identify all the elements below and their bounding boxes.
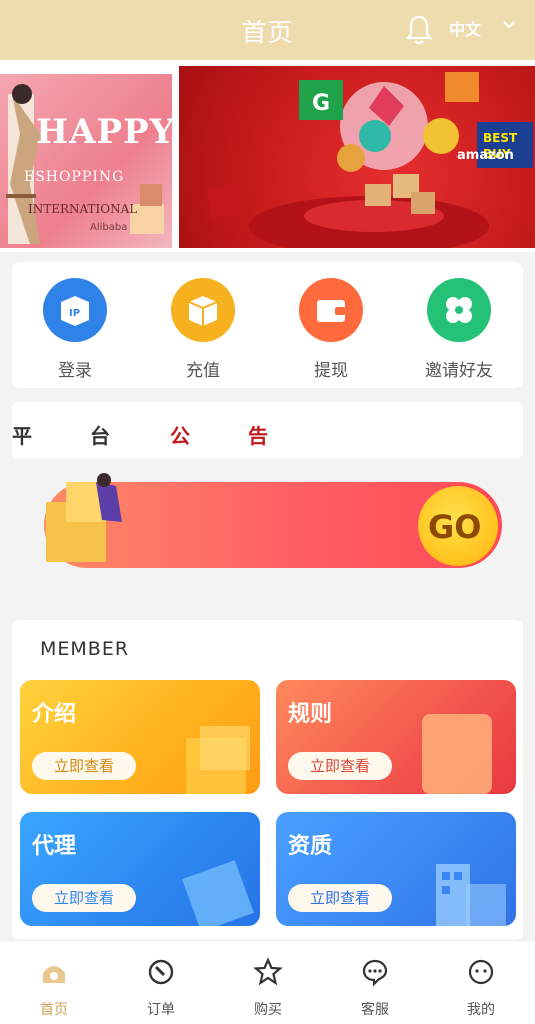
notice-char: 告	[248, 424, 268, 448]
card-decoration	[436, 864, 506, 926]
tab-home[interactable]: 首页	[14, 957, 94, 1019]
quick-item-recharge[interactable]: 充值	[158, 278, 248, 381]
go-label: GO	[428, 508, 482, 546]
svg-text:G: G	[312, 91, 330, 116]
invite-icon	[427, 278, 491, 342]
member-card-agent[interactable]: 代理 立即查看	[20, 812, 260, 926]
card-decoration	[422, 714, 492, 794]
tab-label: 我的	[467, 1002, 495, 1018]
tab-label: 订单	[147, 1002, 175, 1018]
tab-orders[interactable]: 订单	[121, 957, 201, 1019]
quick-item-login[interactable]: IP 登录	[30, 278, 120, 381]
quick-item-label: 登录	[58, 361, 92, 381]
card-decoration	[186, 726, 250, 794]
member-title: MEMBER	[40, 638, 130, 660]
chevron-down-icon[interactable]	[501, 18, 517, 32]
wallet-icon	[299, 278, 363, 342]
profile-icon	[468, 959, 494, 985]
member-card-rules[interactable]: 规则 立即查看	[276, 680, 516, 794]
promo-banner[interactable]: GO	[36, 472, 506, 582]
home-icon	[43, 966, 65, 983]
view-now-button[interactable]: 立即查看	[32, 752, 136, 780]
order-icon	[148, 959, 174, 985]
platform-notice[interactable]: 平 台 公 告	[12, 402, 523, 458]
banner-brand-text: amazon	[457, 148, 514, 163]
card-title: 代理	[32, 834, 77, 859]
bottom-tab-bar: 首页 订单 购买 客服 我的	[0, 940, 535, 1024]
view-now-button[interactable]: 立即查看	[32, 884, 136, 912]
notice-char: 公	[170, 424, 190, 448]
member-section: MEMBER 介绍 立即查看 规则 立即查看 代理 立即查看 资质 立即查看	[12, 620, 523, 940]
view-now-button[interactable]: 立即查看	[288, 752, 392, 780]
language-selector[interactable]: 中文	[449, 16, 481, 40]
tab-service[interactable]: 客服	[335, 957, 415, 1019]
quick-actions: IP 登录 充值 提现 邀请好友	[12, 262, 523, 388]
quick-item-invite[interactable]: 邀请好友	[414, 278, 504, 381]
star-icon	[253, 957, 283, 986]
promo-illustration	[46, 473, 122, 562]
notice-char: 平	[12, 424, 32, 448]
card-title: 资质	[288, 834, 333, 859]
bell-icon[interactable]	[404, 14, 434, 46]
tab-label: 客服	[361, 1002, 389, 1018]
tab-buy[interactable]: 购买	[228, 957, 308, 1019]
card-title: 规则	[288, 702, 333, 727]
banner-carousel[interactable]: HAPPY ESHOPPING INTERNATIONAL Alibaba G …	[0, 60, 535, 252]
member-card-intro[interactable]: 介绍 立即查看	[20, 680, 260, 794]
banner-slide-happy-shopping[interactable]: HAPPY ESHOPPING INTERNATIONAL Alibaba	[0, 74, 172, 248]
banner-headline: HAPPY	[36, 112, 172, 152]
tab-label: 购买	[254, 1002, 282, 1018]
ip-box-icon: IP	[43, 278, 107, 342]
quick-item-label: 提现	[314, 361, 348, 381]
quick-item-withdraw[interactable]: 提现	[286, 278, 376, 381]
banner-intl-text: INTERNATIONAL	[28, 202, 138, 216]
chat-icon	[362, 959, 388, 987]
view-now-button[interactable]: 立即查看	[288, 884, 392, 912]
recharge-box-icon	[171, 278, 235, 342]
notice-char: 台	[90, 424, 110, 448]
member-card-qualification[interactable]: 资质 立即查看	[276, 812, 516, 926]
banner-subheadline: ESHOPPING	[24, 169, 125, 185]
banner-brand: Alibaba	[90, 222, 128, 233]
svg-text:IP: IP	[69, 308, 80, 319]
quick-item-label: 充值	[186, 361, 220, 381]
banner-slide-brands[interactable]: G BEST BUY amazon	[179, 66, 535, 248]
tab-label: 首页	[40, 1002, 68, 1018]
card-title: 介绍	[32, 702, 77, 727]
shopper-illustration	[6, 84, 164, 244]
quick-item-label: 邀请好友	[425, 361, 493, 381]
tab-profile[interactable]: 我的	[441, 957, 521, 1019]
svg-text:BEST: BEST	[483, 131, 518, 145]
top-header: 首页 中文	[0, 0, 535, 60]
card-decoration	[182, 860, 254, 926]
